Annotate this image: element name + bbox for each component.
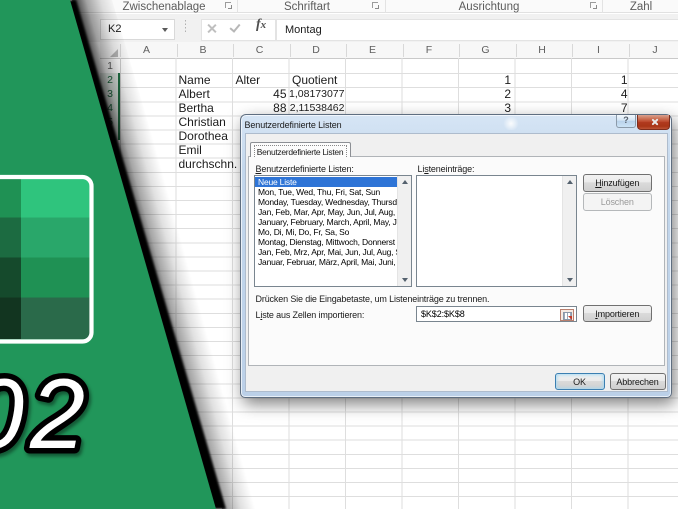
svg-text:02: 02: [0, 358, 91, 469]
